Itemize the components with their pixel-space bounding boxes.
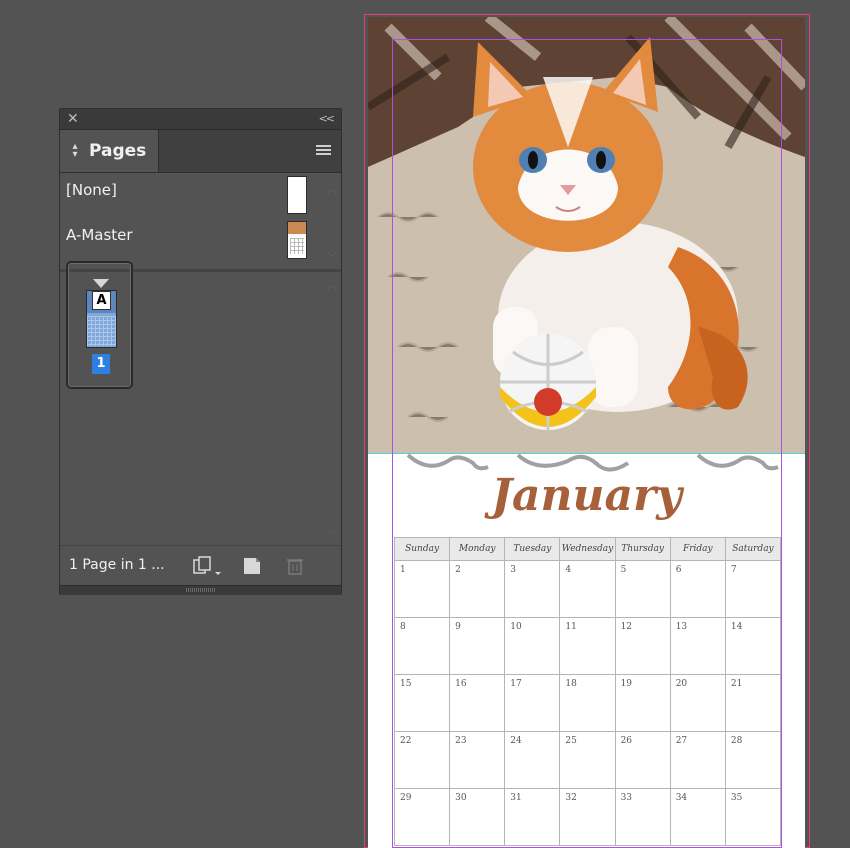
scroll-up-icon[interactable]: ︿: [327, 181, 337, 196]
scroll-down-icon[interactable]: ﹀: [327, 249, 337, 264]
scroll-down-icon[interactable]: ﹀: [327, 527, 337, 542]
panel-footer: 1 Page in 1 ...: [60, 545, 341, 586]
close-icon[interactable]: ✕: [67, 110, 79, 128]
scroll-up-icon[interactable]: ︿: [327, 277, 337, 292]
panel-menu-icon[interactable]: [316, 145, 331, 156]
spread-indicator-icon: [93, 279, 109, 288]
tab-pages[interactable]: ▴ ▾ Pages: [60, 130, 159, 172]
margin-guide: [392, 39, 782, 848]
panel-tabbar: ▴ ▾ Pages: [60, 130, 341, 173]
panel-resize-grip[interactable]: [60, 585, 341, 595]
page-count-status: 1 Page in 1 ...: [69, 557, 165, 573]
updown-icon[interactable]: ▴ ▾: [71, 142, 79, 160]
master-row-a-master[interactable]: A-Master: [60, 216, 341, 260]
collapse-icon[interactable]: <<: [319, 110, 336, 128]
pages-panel: ✕ << ▴ ▾ Pages [None] ︿ A-Master ﹀ ︿ A 1 …: [59, 108, 342, 595]
panel-titlebar[interactable]: ✕ <<: [60, 109, 341, 130]
trash-icon[interactable]: [285, 556, 305, 580]
page-number[interactable]: 1: [92, 354, 110, 374]
applied-master-badge: A: [92, 291, 111, 310]
master-row-none[interactable]: [None]: [60, 171, 341, 215]
page-thumbnail-1[interactable]: A 1: [66, 261, 133, 389]
master-label: A-Master: [66, 226, 133, 244]
master-label: [None]: [66, 181, 117, 199]
document-page[interactable]: January Sunday Monday Tuesday Wednesday Thur…: [368, 17, 805, 848]
master-thumbnail[interactable]: [287, 176, 307, 214]
master-thumbnail[interactable]: [287, 221, 307, 259]
tab-pages-label: Pages: [89, 141, 147, 161]
new-page-icon[interactable]: [242, 556, 262, 580]
edit-page-size-icon[interactable]: [192, 556, 224, 582]
